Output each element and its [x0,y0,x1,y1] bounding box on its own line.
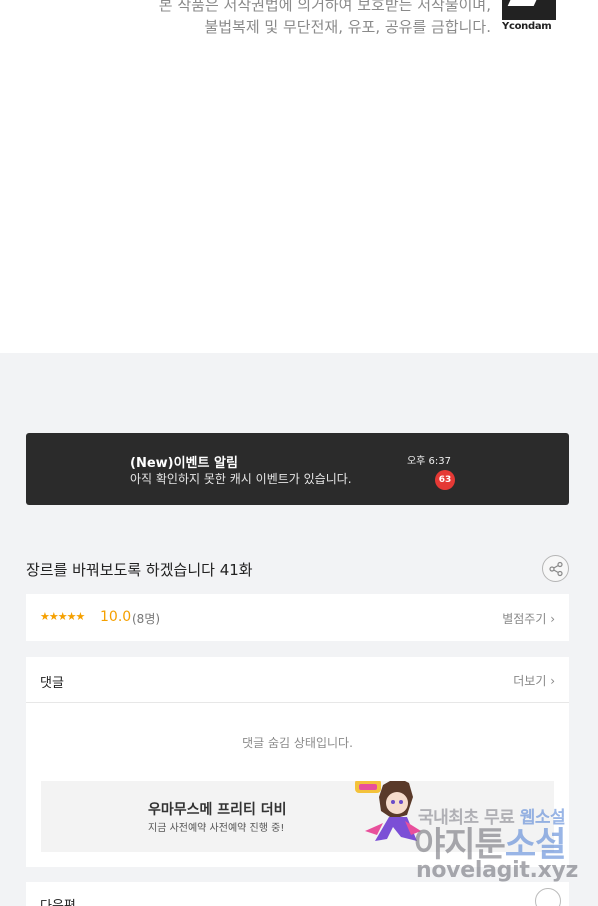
episode-title: 장르를 바꿔보도록 하겠습니다 41화 [26,561,253,579]
rating-stars-icon: ★★★★★ [40,610,85,623]
comments-more-button[interactable]: 더보기 › [513,672,555,689]
copyright-notice: 본 작품은 저작권법에 의거하여 보호받는 저작물이며, 불법복제 및 무단전재… [159,0,491,38]
ad-banner[interactable]: 우마무스메 프리티 더비 지금 사전예약 사전예약 진행 중! [41,781,554,852]
share-icon [549,561,563,577]
event-count-badge: 63 [435,470,455,490]
comments-section: 댓글 더보기 › 댓글 숨김 상태입니다. 우마무스메 프리티 더비 지금 사전… [26,657,569,867]
publisher-logo-mark [502,0,556,20]
lock-icon [535,888,561,906]
event-notification-banner[interactable]: (New)이벤트 알림 아직 확인하지 못한 캐시 이벤트가 있습니다. 오후 … [26,433,569,505]
rating-count: (8명) [132,612,161,626]
share-button[interactable] [542,555,569,582]
publisher-logo: Ycondam [502,0,558,36]
comments-hidden-message: 댓글 숨김 상태입니다. [242,736,353,750]
publisher-logo-text: Ycondam [502,21,552,32]
comments-header: 댓글 더보기 › [26,657,569,703]
comments-title: 댓글 [40,676,64,691]
event-description: 아직 확인하지 못한 캐시 이벤트가 있습니다. [130,472,352,486]
event-time: 오후 6:37 [406,456,451,467]
next-episode-row[interactable]: 다음편 [26,882,569,906]
rate-button[interactable]: 별점주기 › [502,610,555,627]
copyright-line-2: 불법복제 및 무단전재, 유포, 공유를 금합니다. [204,18,491,36]
rating-card: ★★★★★ 10.0 (8명) 별점주기 › [26,594,569,641]
event-title: (New)이벤트 알림 [130,456,238,471]
episode-footer: (New)이벤트 알림 아직 확인하지 못한 캐시 이벤트가 있습니다. 오후 … [0,353,598,906]
copyright-line-1: 본 작품은 저작권법에 의거하여 보호받는 저작물이며, [158,0,491,14]
ad-character-illustration [355,781,421,841]
rating-score: 10.0 [100,609,132,625]
viewer-end-area: 본 작품은 저작권법에 의거하여 보호받는 저작물이며, 불법복제 및 무단전재… [0,0,598,353]
ad-description: 지금 사전예약 사전예약 진행 중! [148,823,285,834]
next-episode-label: 다음편 [40,895,76,906]
ad-title: 우마무스메 프리티 더비 [148,802,287,818]
